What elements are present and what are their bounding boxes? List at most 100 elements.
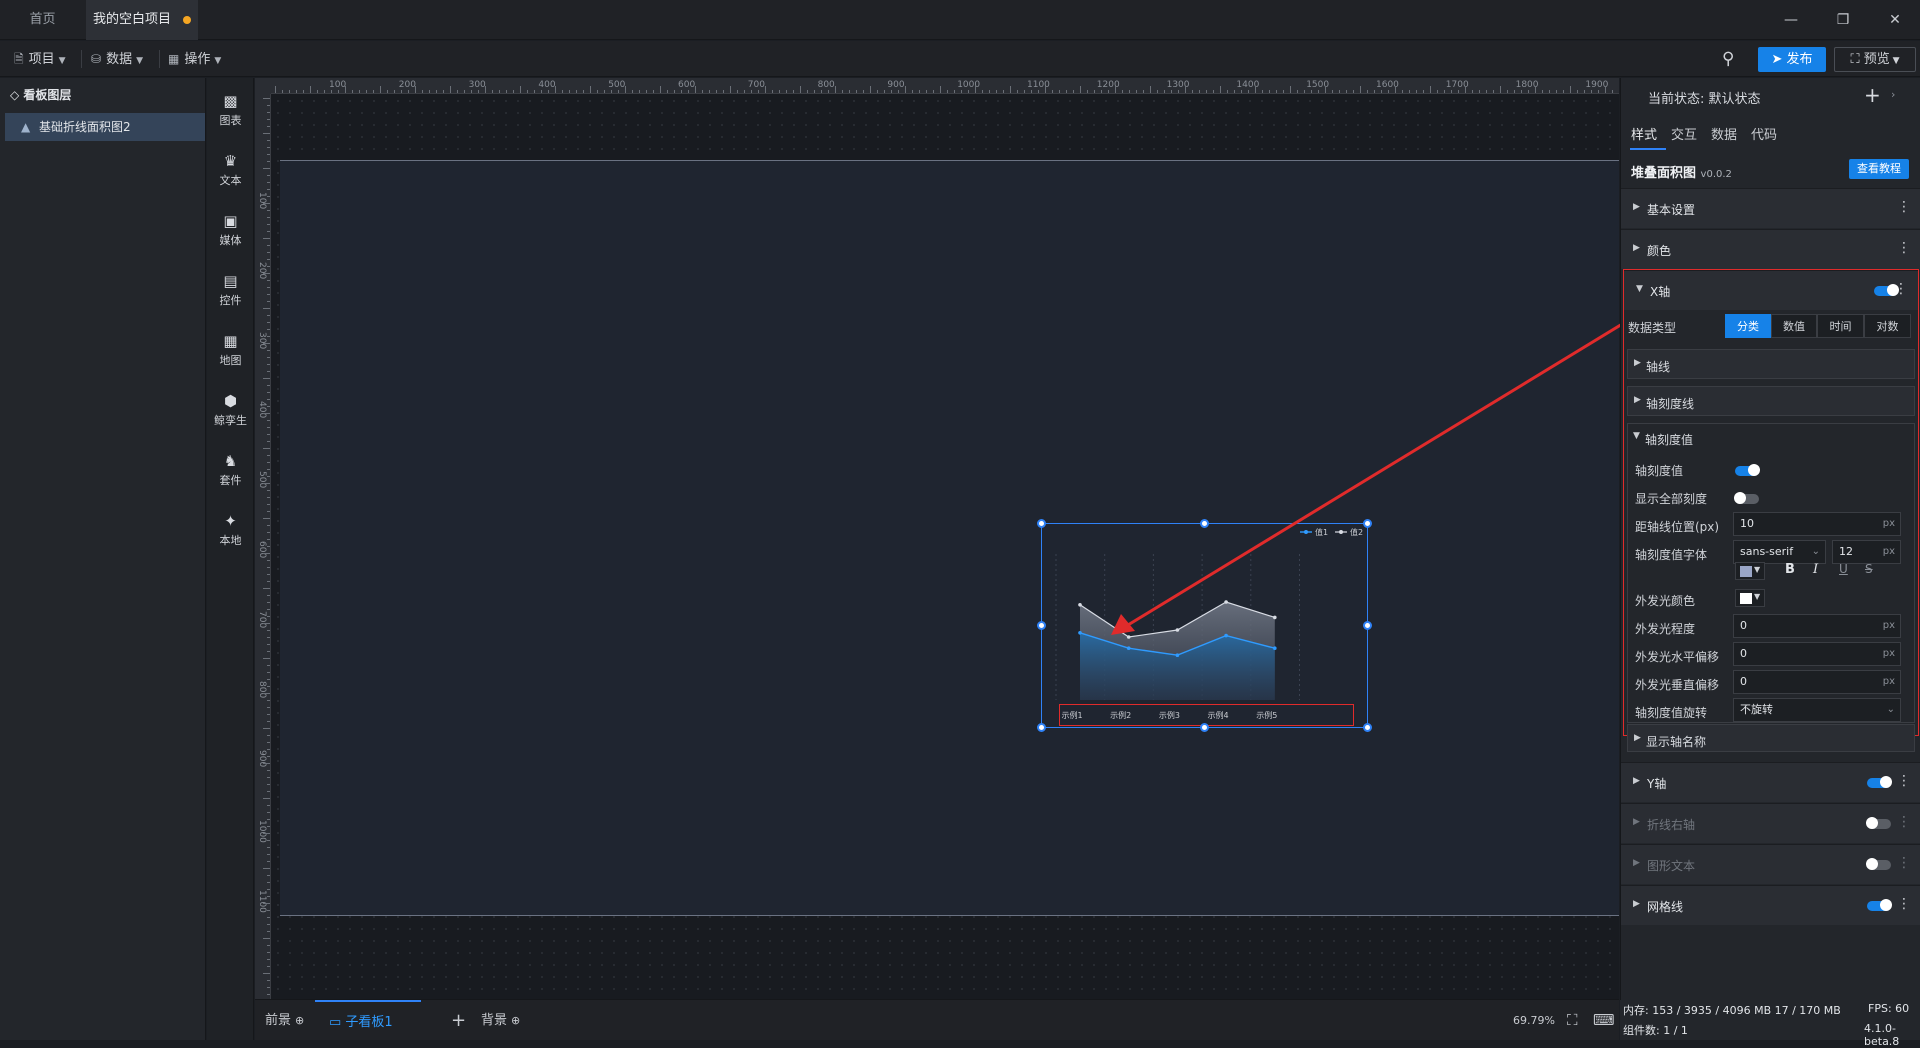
comp-twin[interactable]: ⬢ 鲸孪生 (207, 386, 254, 438)
offset-input[interactable]: 10 px (1733, 512, 1901, 536)
ruler-corner (255, 78, 271, 94)
tutorial-button[interactable]: 查看教程 (1849, 159, 1909, 179)
back-tab[interactable]: 背景 ⊕ (481, 1000, 520, 1041)
more-icon[interactable]: ⋮ (1897, 814, 1911, 830)
map-icon: ▦ (223, 332, 238, 350)
comp-local[interactable]: ✦ 本地 (207, 506, 254, 558)
tab-interaction[interactable]: 交互 (1671, 124, 1697, 143)
layer-item[interactable]: ▲ 基础折线面积图2 (5, 113, 205, 141)
more-icon[interactable]: ⋮ (1897, 896, 1911, 912)
strikethrough-icon[interactable]: S (1865, 562, 1873, 576)
more-icon[interactable]: ⋮ (1894, 281, 1908, 297)
publish-button[interactable]: ➤ 发布 (1758, 47, 1826, 72)
more-icon[interactable]: ⋮ (1897, 855, 1911, 871)
section-xaxis[interactable]: ▼ X轴 ⋮ (1624, 270, 1918, 310)
menu-project[interactable]: 🗎 项目 ▼ (14, 41, 66, 77)
font-color-swatch (1740, 566, 1752, 577)
data-type-segment: 分类 数值 时间 对数 (1725, 314, 1911, 338)
fit-screen-icon[interactable]: ⛶ (1567, 1000, 1578, 1041)
font-size-input[interactable]: 12 px (1832, 540, 1901, 564)
ruler-label: 700 (257, 610, 267, 628)
comp-control[interactable]: ▤ 控件 (207, 266, 254, 318)
comp-chart[interactable]: ▩ 图表 (207, 86, 254, 138)
state-selector[interactable]: 当前状态: 默认状态 (1648, 88, 1761, 107)
search-icon[interactable]: ⚲ (1722, 49, 1734, 69)
more-icon[interactable]: ⋮ (1897, 773, 1911, 789)
add-circle-icon: ⊕ (511, 1014, 521, 1027)
resize-handle[interactable] (1200, 723, 1209, 732)
sub-board-tab[interactable]: ▭ 子看板1 (315, 1000, 421, 1041)
restore-icon[interactable]: ❐ (1830, 8, 1856, 32)
bold-icon[interactable]: B (1785, 562, 1795, 577)
chevron-right-icon[interactable]: › (1891, 88, 1895, 101)
menu-data[interactable]: ⛁ 数据 ▼ (91, 41, 143, 77)
close-icon[interactable]: ✕ (1882, 8, 1908, 32)
keyboard-icon[interactable]: ⌨ (1593, 1000, 1615, 1041)
glow-level-input[interactable]: 0 px (1733, 614, 1901, 638)
right-axis-toggle[interactable] (1866, 817, 1891, 829)
resize-handle[interactable] (1037, 519, 1046, 528)
type-time[interactable]: 时间 (1817, 314, 1864, 338)
yaxis-toggle[interactable] (1867, 776, 1892, 788)
type-category[interactable]: 分类 (1725, 314, 1771, 338)
front-tab[interactable]: 前景 ⊕ (265, 1000, 304, 1041)
resize-handle[interactable] (1037, 621, 1046, 630)
more-icon[interactable]: ⋮ (1897, 199, 1911, 215)
glow-color-picker[interactable]: ▼ (1735, 589, 1765, 607)
ruler-label: 100 (257, 192, 267, 210)
comp-kit[interactable]: ♞ 套件 (207, 446, 254, 498)
font-color-picker[interactable]: ▼ (1735, 562, 1765, 580)
shape-text-toggle[interactable] (1866, 858, 1891, 870)
menu-ops[interactable]: ▦ 操作 ▼ (168, 41, 221, 77)
type-log[interactable]: 对数 (1864, 314, 1911, 338)
comp-text[interactable]: ♛ 文本 (207, 146, 254, 198)
sub-tick-value[interactable]: ▼ 轴刻度值 (1627, 423, 1915, 453)
more-icon[interactable]: ⋮ (1897, 240, 1911, 256)
grid-toggle[interactable] (1867, 899, 1892, 911)
tick-value-toggle[interactable] (1735, 464, 1760, 476)
ruler-label: 1100 (1027, 80, 1050, 90)
canvas[interactable]: 100 200 300 400 500 600 700 800 900 1000 1100 1200 1… (255, 78, 1661, 999)
state-label: 当前状态: (1648, 92, 1705, 107)
section-basic[interactable]: ▶ 基本设置 ⋮ (1621, 188, 1920, 228)
font-select[interactable]: sans-serif ⌄ (1733, 540, 1826, 564)
ruler-label: 800 (257, 680, 267, 698)
tab-data[interactable]: 数据 (1711, 124, 1737, 143)
glow-v-input[interactable]: 0 px (1733, 670, 1901, 694)
tab-project[interactable]: 我的空白项目 (86, 0, 198, 40)
show-all-toggle[interactable] (1734, 492, 1759, 504)
caret-right-icon: ▶ (1633, 899, 1640, 909)
tab-style[interactable]: 样式 (1631, 124, 1657, 143)
tab-home[interactable]: 首页 (0, 0, 85, 40)
fps-status: FPS: 60 (1868, 1002, 1910, 1015)
tab-code[interactable]: 代码 (1751, 124, 1777, 143)
comp-map[interactable]: ▦ 地图 (207, 326, 254, 378)
ruler-label: 900 (257, 750, 267, 768)
section-grid[interactable]: ▶ 网格线 ⋮ (1621, 885, 1920, 925)
underline-icon[interactable]: U (1839, 562, 1848, 576)
sub-axis-line[interactable]: ▶ 轴线 (1627, 349, 1915, 379)
section-color[interactable]: ▶ 颜色 ⋮ (1621, 229, 1920, 269)
chevron-down-icon: ▼ (214, 56, 222, 66)
section-right-axis[interactable]: ▶ 折线右轴 ⋮ (1621, 803, 1920, 843)
add-state-icon[interactable]: + (1864, 83, 1881, 107)
comp-media[interactable]: ▣ 媒体 (207, 206, 254, 258)
section-shape-text[interactable]: ▶ 图形文本 ⋮ (1621, 844, 1920, 884)
sub-tick-line[interactable]: ▶ 轴刻度线 (1627, 386, 1915, 416)
glow-h-input[interactable]: 0 px (1733, 642, 1901, 666)
preview-button[interactable]: ⛶ 预览 ▼ (1834, 47, 1916, 72)
italic-icon[interactable]: I (1813, 562, 1818, 577)
resize-handle[interactable] (1363, 723, 1372, 732)
section-yaxis[interactable]: ▶ Y轴 ⋮ (1621, 762, 1920, 802)
rotate-select[interactable]: 不旋转 ⌄ (1733, 698, 1901, 722)
ruler-label: 300 (468, 80, 486, 90)
minimize-icon[interactable]: — (1778, 8, 1804, 32)
sub-show-name[interactable]: ▶ 显示轴名称 (1627, 724, 1915, 752)
zoom-level[interactable]: 69.79% (1513, 1000, 1555, 1041)
type-value[interactable]: 数值 (1771, 314, 1817, 338)
resize-handle[interactable] (1037, 723, 1046, 732)
grid-icon: ▦ (168, 52, 180, 66)
sub-board-tab-label: 子看板1 (345, 1015, 393, 1030)
data-point (1273, 646, 1277, 650)
add-board-icon[interactable]: + (451, 1000, 466, 1041)
